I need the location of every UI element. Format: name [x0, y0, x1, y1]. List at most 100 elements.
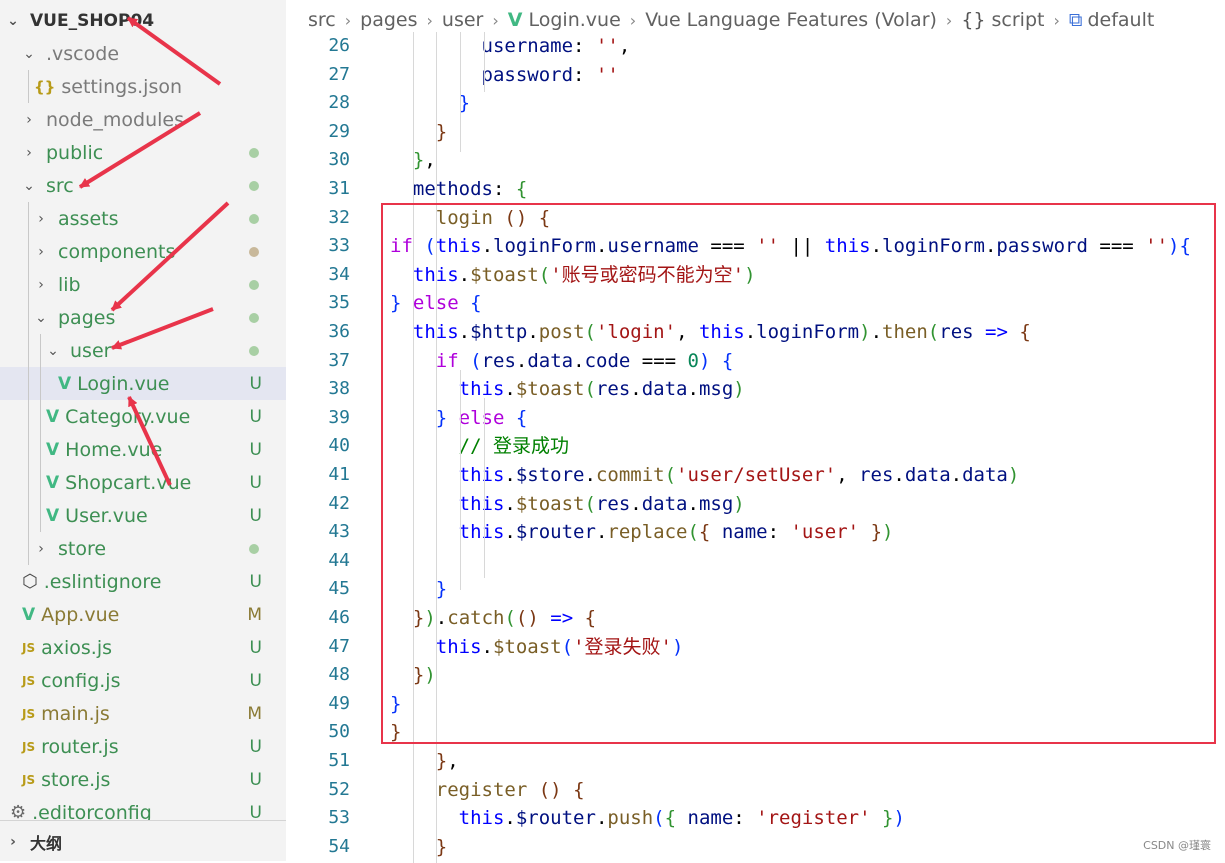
code-editor[interactable]: src › pages › user › V Login.vue › Vue Language F…	[286, 0, 1225, 863]
line-number: 39	[328, 406, 350, 428]
code-line[interactable]: 37 if (res.data.code === 0) {	[286, 347, 1225, 375]
code-line[interactable]: 34 this.$toast('账号或密码不能为空')	[286, 261, 1225, 289]
line-number: 51	[328, 750, 350, 771]
breadcrumb-item[interactable]: Vue Language Features (Volar)	[645, 9, 937, 31]
explorer-root[interactable]: ⌄ VUE_SHOP04	[0, 4, 286, 37]
json-file-icon: {}	[34, 77, 56, 96]
chevron-right-icon: ›	[10, 833, 16, 850]
code-line[interactable]: 53 this.$router.push({ name: 'register' …	[286, 804, 1225, 832]
tree-item-components[interactable]: › components	[0, 235, 286, 268]
code-line[interactable]: 27 password: ''	[286, 61, 1225, 89]
breadcrumb-item[interactable]: user	[442, 9, 483, 31]
tree-item-public[interactable]: › public	[0, 136, 286, 169]
git-status-badge: U	[249, 571, 262, 592]
code-line[interactable]: 31 methods: {	[286, 175, 1225, 203]
tree-item-lib[interactable]: › lib	[0, 268, 286, 301]
tree-item-eslintignore[interactable]: ⬡ .eslintignore U	[0, 565, 286, 598]
code-text: }).catch(() => {	[412, 607, 597, 629]
breadcrumb-item[interactable]: script	[992, 9, 1045, 31]
code-line[interactable]: 38 this.$toast(res.data.msg)	[286, 375, 1225, 403]
tree-item-label: Shopcart.vue	[65, 471, 192, 494]
tree-item-vscode[interactable]: ⌄ .vscode	[0, 37, 286, 70]
git-status-dot	[249, 147, 259, 158]
tree-item-pages[interactable]: ⌄ pages	[0, 301, 286, 334]
code-line[interactable]: 49}	[286, 690, 1225, 718]
code-line[interactable]: 46 }).catch(() => {	[286, 604, 1225, 632]
line-number: 46	[328, 607, 350, 628]
code-line[interactable]: 50}	[286, 718, 1225, 746]
code-line[interactable]: 41 this.$store.commit('user/setUser', re…	[286, 461, 1225, 489]
line-number: 28	[328, 92, 350, 114]
tree-item-node-modules[interactable]: › node_modules	[0, 103, 286, 136]
code-text: }	[435, 578, 448, 601]
chevron-right-icon: ›	[426, 10, 433, 30]
code-line[interactable]: 30 },	[286, 146, 1225, 174]
code-line[interactable]: 36 this.$http.post('login', this.loginFo…	[286, 318, 1225, 346]
breadcrumb-item[interactable]: Login.vue	[529, 9, 621, 31]
code-line[interactable]: 44	[286, 547, 1225, 575]
tree-item-src[interactable]: ⌄ src	[0, 169, 286, 202]
code-line[interactable]: 35} else {	[286, 289, 1225, 317]
tree-item-label: App.vue	[41, 603, 120, 626]
tree-item-label: settings.json	[61, 75, 183, 98]
line-number: 43	[328, 521, 350, 543]
tree-item-store[interactable]: › store	[0, 532, 286, 565]
indent-guide	[28, 499, 29, 532]
tree-item-login-vue[interactable]: V Login.vue U	[0, 367, 286, 400]
git-status-dot	[249, 246, 259, 257]
tree-item-home-vue[interactable]: V Home.vue U	[0, 433, 286, 466]
breadcrumb-item[interactable]: default	[1087, 9, 1154, 31]
code-line[interactable]: 47 this.$toast('登录失败')	[286, 633, 1225, 661]
git-status-badge: U	[249, 637, 262, 658]
code-line[interactable]: 33 if (this.loginForm.username === '' || …	[286, 232, 1225, 260]
tree-item-label: components	[58, 240, 176, 263]
git-status-dot	[249, 213, 259, 224]
chevron-right-icon: ›	[38, 276, 44, 293]
indent-guide	[28, 268, 29, 301]
tree-item-router-js[interactable]: JS router.js U	[0, 730, 286, 763]
git-status-badge: U	[249, 505, 262, 526]
outline-section[interactable]: › 大纲	[0, 820, 286, 861]
tree-item-settings-json[interactable]: {} settings.json	[0, 70, 286, 103]
explorer-sidebar: ⌄ VUE_SHOP04 ⌄ .vscode {} settings.json › nod…	[0, 0, 286, 861]
code-text: if (res.data.code === 0) {	[435, 349, 734, 372]
code-line[interactable]: 42 this.$toast(res.data.msg)	[286, 490, 1225, 518]
js-file-icon: JS	[22, 673, 36, 688]
tree-item-assets[interactable]: › assets	[0, 202, 286, 235]
tree-item-app-vue[interactable]: V App.vue M	[0, 598, 286, 631]
tree-item-shopcart-vue[interactable]: V Shopcart.vue U	[0, 466, 286, 499]
chevron-right-icon: ›	[945, 10, 953, 30]
git-status-badge: U	[249, 670, 262, 691]
tree-item-axios-js[interactable]: JS axios.js U	[0, 631, 286, 664]
tree-item-label: Category.vue	[65, 405, 191, 428]
code-line[interactable]: 51 },	[286, 747, 1225, 775]
git-status-dot	[249, 543, 259, 554]
tree-item-store-js[interactable]: JS store.js U	[0, 763, 286, 796]
code-line[interactable]: 32 login () {	[286, 204, 1225, 232]
git-status-badge: M	[247, 604, 262, 625]
breadcrumb-item[interactable]: pages	[360, 9, 417, 31]
code-line[interactable]: 43 this.$router.replace({ name: 'user' }…	[286, 518, 1225, 546]
vue-file-icon: V	[507, 9, 523, 31]
code-text: // 登录成功	[458, 435, 569, 458]
code-line[interactable]: 26 username: '',	[286, 32, 1225, 60]
code-text: this.$http.post('login', this.loginForm)…	[412, 321, 1031, 343]
tree-item-config-js[interactable]: JS config.js U	[0, 664, 286, 697]
code-text: }	[390, 721, 402, 744]
code-line[interactable]: 52 register () {	[286, 776, 1225, 804]
tree-item-user[interactable]: ⌄ user	[0, 334, 286, 367]
code-line[interactable]: 40 // 登录成功	[286, 432, 1225, 460]
indent-guide	[28, 433, 29, 466]
tree-item-main-js[interactable]: JS main.js M	[0, 697, 286, 730]
code-line[interactable]: 54 }	[286, 833, 1225, 861]
line-number: 42	[328, 492, 350, 514]
tree-item-label: store	[58, 537, 107, 560]
code-line[interactable]: 29 }	[286, 118, 1225, 146]
code-line[interactable]: 28 }	[286, 89, 1225, 117]
code-line[interactable]: 45 }	[286, 575, 1225, 603]
tree-item-category-vue[interactable]: V Category.vue U	[0, 400, 286, 433]
code-line[interactable]: 39 } else {	[286, 404, 1225, 432]
code-line[interactable]: 48 })	[286, 661, 1225, 689]
tree-item-user-vue[interactable]: V User.vue U	[0, 499, 286, 532]
breadcrumb-item[interactable]: src	[308, 9, 336, 31]
